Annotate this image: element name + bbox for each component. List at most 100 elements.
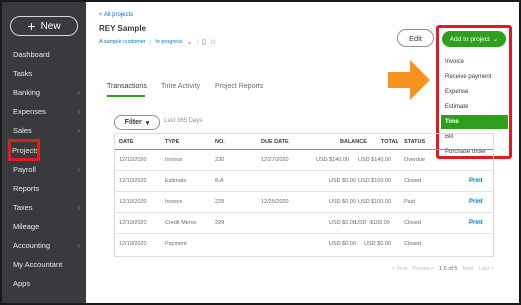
filter-range-note: Last 365 Days: [164, 118, 203, 124]
tab-project-reports[interactable]: Project Reports: [215, 83, 263, 90]
edit-button[interactable]: Edit: [397, 29, 434, 47]
divider: |: [149, 39, 152, 45]
sidebar-item-tasks[interactable]: Tasks: [2, 64, 86, 82]
pager-last[interactable]: Last >: [479, 266, 494, 272]
sidebar-item-label: My Accountant: [13, 259, 63, 269]
caret-down-icon: ▾: [145, 119, 150, 127]
col-due-date[interactable]: DUE DATE: [261, 139, 289, 145]
sidebar-item-label: Projects: [12, 145, 40, 155]
col-status[interactable]: STATUS: [404, 139, 425, 145]
sidebar-item-label: Reports: [13, 183, 40, 193]
notes-icon[interactable]: ▯: [202, 38, 206, 46]
star-icon[interactable]: ☆: [210, 38, 216, 46]
menu-item-expense[interactable]: Expense: [441, 85, 508, 99]
cell-balance: USD $0.00: [329, 199, 356, 205]
pager-previous[interactable]: Previous: [412, 266, 433, 272]
divider: |: [196, 39, 199, 45]
sidebar-item-label: Taxes: [13, 202, 33, 212]
cell-status: Overdue: [404, 157, 426, 163]
sidebar-item-accounting[interactable]: Accounting ›: [2, 236, 86, 254]
table-row[interactable]: 12/10/2020 Estimate 8-A USD $0.00 USD $1…: [115, 171, 493, 192]
menu-item-estimate[interactable]: Estimate: [441, 100, 508, 114]
sidebar-item-taxes[interactable]: Taxes ›: [2, 198, 86, 216]
cell-no: 230: [215, 157, 225, 163]
pager-range: 1-5 of 5: [438, 266, 458, 272]
cell-date: 12/10/2020: [119, 178, 147, 184]
chevron-right-icon: ›: [77, 87, 80, 97]
status-dropdown[interactable]: In progress: [155, 39, 183, 45]
tab-time-activity[interactable]: Time Activity: [161, 83, 200, 90]
print-link[interactable]: Print: [469, 220, 483, 226]
col-no[interactable]: NO.: [215, 139, 225, 145]
table-row[interactable]: 12/12/2020 Invoice 230 12/27/2020 USD $1…: [115, 150, 493, 171]
col-total[interactable]: TOTAL: [381, 139, 399, 145]
transactions-table: DATE TYPE NO. DUE DATE BALANCE TOTAL STA…: [114, 133, 494, 257]
cell-no: 229: [215, 220, 225, 226]
sidebar-item-label: Mileage: [13, 221, 40, 231]
sidebar-item-expenses[interactable]: Expenses ›: [2, 102, 86, 120]
cell-total: USD $0.00: [364, 241, 391, 247]
cell-type: Credit Memo: [165, 220, 197, 226]
cell-balance: USD $140.00: [316, 157, 350, 163]
chevron-right-icon: ›: [77, 164, 80, 174]
col-type[interactable]: TYPE: [165, 139, 179, 145]
cell-type: Payment: [165, 241, 187, 247]
sidebar-item-my-accountant[interactable]: My Accountant: [2, 255, 86, 273]
chevron-right-icon: ›: [77, 202, 80, 212]
sidebar-item-label: Accounting: [13, 240, 51, 250]
cell-no: 8-A: [215, 178, 224, 184]
chevron-down-icon[interactable]: ⌄: [187, 38, 193, 46]
table-row[interactable]: 12/10/2020 Invoice 228 12/25/2020 USD $0…: [115, 192, 493, 213]
cell-balance: USD $0.00: [329, 178, 356, 184]
chevron-right-icon: ›: [77, 106, 80, 116]
chevron-right-icon: ›: [77, 125, 80, 135]
cell-total: USD $100.00: [358, 178, 392, 184]
sidebar-item-dashboard[interactable]: Dashboard: [2, 45, 86, 63]
page-title: REY Sample: [99, 24, 146, 33]
print-link[interactable]: Print: [469, 199, 483, 205]
chevron-right-icon: ›: [77, 240, 80, 250]
add-to-project-button[interactable]: Add to project ⌄: [442, 31, 506, 47]
new-button[interactable]: + New: [10, 16, 78, 36]
sidebar-item-payroll[interactable]: Payroll ›: [2, 160, 86, 178]
print-link[interactable]: Print: [469, 178, 483, 184]
sidebar-item-sales[interactable]: Sales ›: [2, 121, 86, 139]
cell-type: Invoice: [165, 157, 183, 163]
tab-transactions[interactable]: Transactions: [107, 83, 147, 90]
customer-link[interactable]: A sample customer: [99, 39, 146, 45]
sidebar-item-label: Dashboard: [13, 49, 50, 59]
menu-item-receive-payment[interactable]: Receive payment: [441, 70, 508, 84]
table-row[interactable]: 12/10/2020 Credit Memo 229 USD $0.00 USD…: [115, 213, 493, 234]
sidebar-item-mileage[interactable]: Mileage: [2, 217, 86, 235]
col-balance[interactable]: BALANCE: [340, 139, 367, 145]
cell-date: 12/10/2020: [119, 220, 147, 226]
col-date[interactable]: DATE: [119, 139, 134, 145]
breadcrumb-all-projects[interactable]: < All projects: [99, 12, 133, 18]
sidebar-item-label: Tasks: [13, 68, 33, 78]
pager-next[interactable]: Next: [463, 266, 474, 272]
sidebar-item-apps[interactable]: Apps: [2, 274, 86, 292]
cell-status: Closed: [404, 178, 422, 184]
pointer-arrow-icon: [388, 60, 430, 100]
sidebar-item-projects[interactable]: Projects: [8, 139, 40, 161]
menu-item-invoice[interactable]: Invoice: [441, 55, 508, 69]
chevron-down-icon: ⌄: [492, 36, 499, 43]
cell-balance: USD $0.00: [329, 220, 356, 226]
pager-first[interactable]: < First: [392, 266, 407, 272]
active-tab-indicator: [107, 95, 145, 97]
new-button-label: New: [40, 20, 61, 32]
sidebar-item-label: Sales: [13, 125, 32, 135]
pagination: < First Previous 1-5 of 5 Next Last >: [392, 266, 494, 272]
cell-total: USD $100.00: [358, 199, 392, 205]
cell-due-date: 12/27/2020: [261, 157, 289, 163]
filter-label: Filter: [124, 119, 142, 126]
cell-date: 12/12/2020: [119, 157, 147, 163]
table-header: DATE TYPE NO. DUE DATE BALANCE TOTAL STA…: [115, 134, 493, 150]
menu-item-time[interactable]: Time: [441, 115, 508, 129]
filter-button[interactable]: Filter ▾: [114, 115, 160, 130]
cell-balance: USD $0.00: [329, 241, 356, 247]
table-row[interactable]: 12/10/2020 Payment USD $0.00 USD $0.00 C…: [115, 234, 493, 255]
sidebar-item-banking[interactable]: Banking ›: [2, 83, 86, 101]
cell-due-date: 12/25/2020: [261, 199, 289, 205]
sidebar-item-reports[interactable]: Reports: [2, 179, 86, 197]
